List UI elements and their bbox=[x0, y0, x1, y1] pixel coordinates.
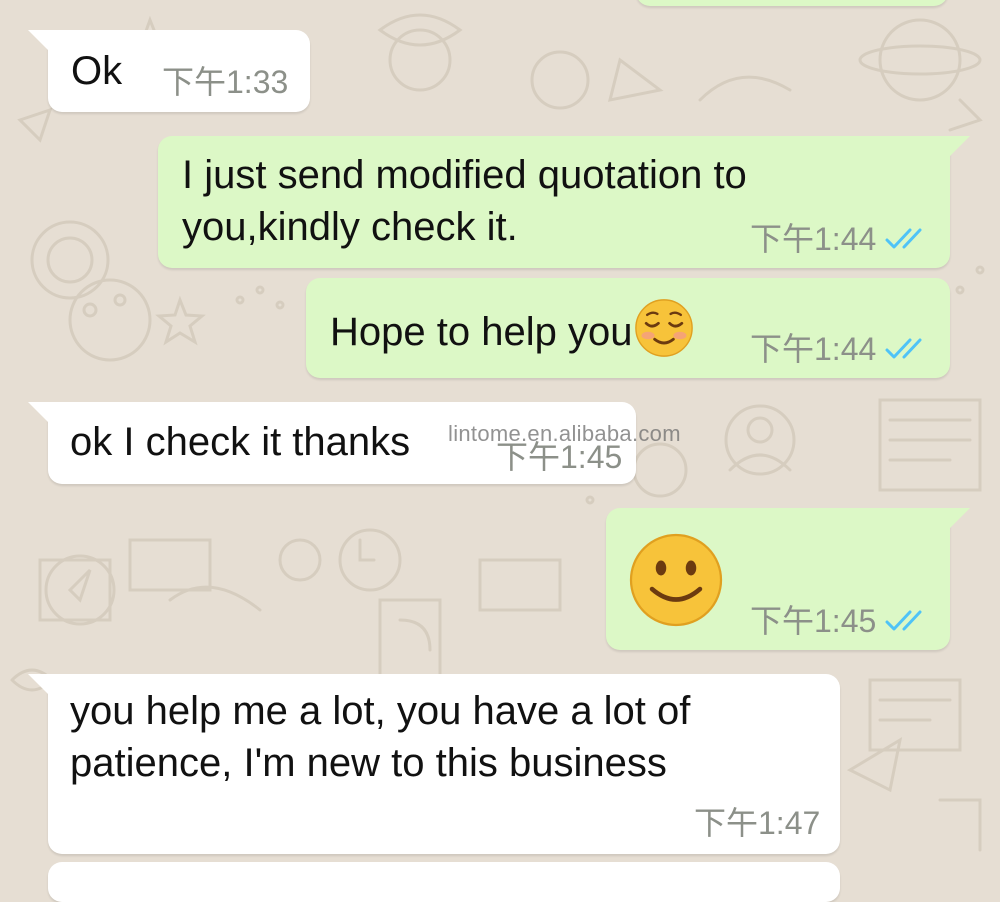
message-timestamp: 下午1:33 bbox=[162, 64, 289, 100]
double-check-read-icon bbox=[885, 228, 922, 249]
message-timestamp: 下午1:44 bbox=[750, 219, 930, 259]
message-text-line-2: you,kindly check it. bbox=[182, 205, 518, 249]
message-text: ok I check it thanks bbox=[70, 420, 411, 464]
message-bubble-partial bbox=[636, 0, 948, 6]
message-bubble-incoming[interactable]: you help me a lot, you have a lot of pat… bbox=[28, 674, 840, 854]
watermark-text: lintome.en.alibaba.com bbox=[448, 421, 681, 446]
message-text-line-2: patience, I'm new to this business bbox=[70, 741, 667, 785]
slightly-smiling-face-emoji bbox=[629, 533, 723, 627]
message-bubble-outgoing[interactable]: Hope to help you 下午1:44 bbox=[306, 278, 950, 378]
message-bubble-partial bbox=[48, 862, 840, 902]
message-text-line-1: I just send modified quotation to bbox=[182, 153, 747, 197]
message-bubble-outgoing[interactable]: I just send modified quotation to you,ki… bbox=[158, 136, 970, 268]
message-timestamp: 下午1:45 bbox=[750, 601, 930, 641]
chat-message-list: Ok 下午1:33 I just send modified quotation… bbox=[0, 0, 1000, 902]
message-timestamp: 下午1:44 bbox=[750, 329, 930, 369]
message-bubble-incoming[interactable]: Ok 下午1:33 bbox=[28, 30, 310, 112]
double-check-read-icon bbox=[885, 610, 922, 631]
message-text: Ok bbox=[71, 49, 123, 93]
double-check-read-icon bbox=[885, 338, 922, 359]
message-bubble-outgoing[interactable]: 下午1:45 bbox=[606, 508, 970, 650]
relieved-face-emoji bbox=[635, 299, 694, 357]
message-timestamp: 下午1:47 bbox=[694, 805, 821, 841]
message-text: Hope to help you bbox=[330, 298, 694, 359]
message-text-line-1: you help me a lot, you have a lot of bbox=[70, 689, 691, 733]
